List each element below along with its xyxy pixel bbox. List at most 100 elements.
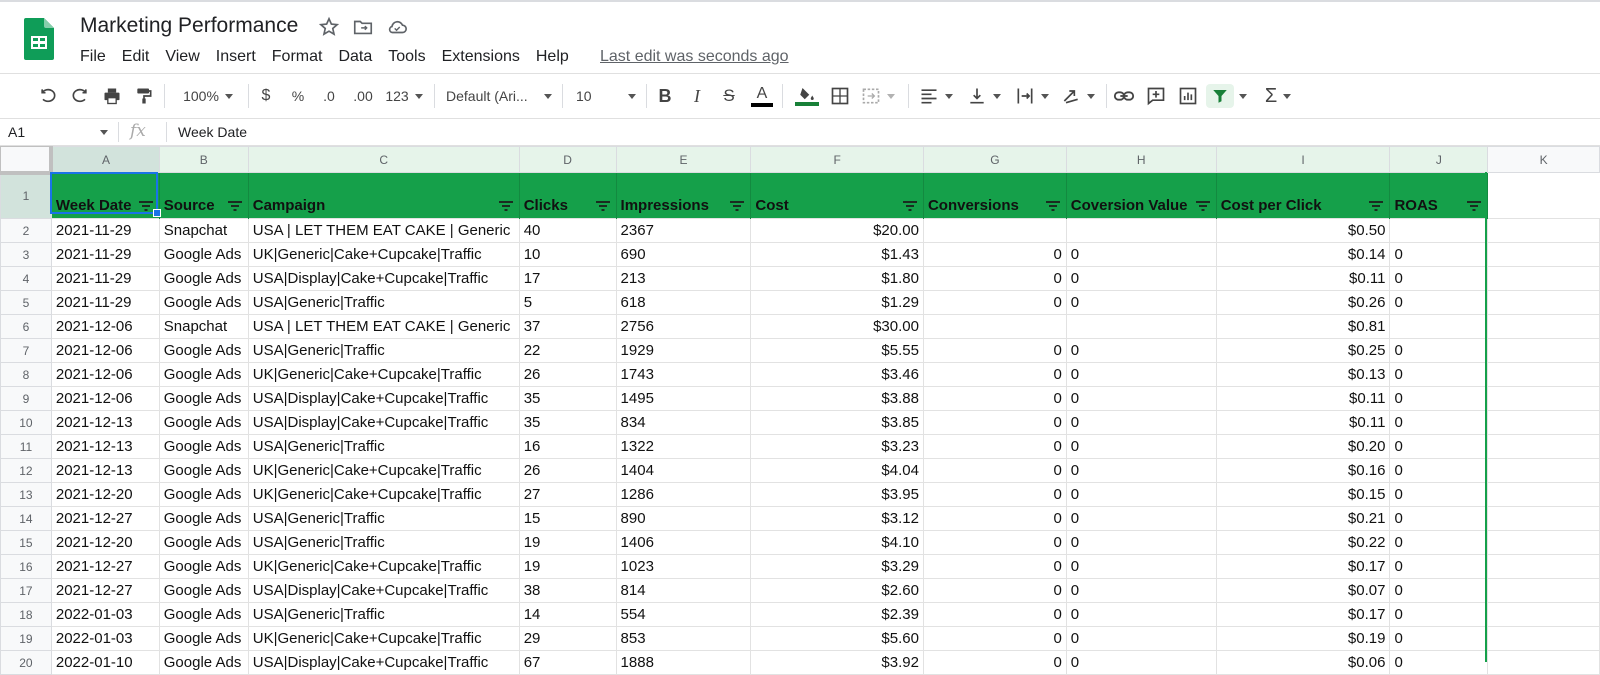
- cell-roas[interactable]: [1389, 218, 1489, 243]
- cell-roas[interactable]: 0: [1389, 338, 1489, 363]
- menu-view[interactable]: View: [165, 48, 199, 66]
- cell-cost-per-click[interactable]: $0.16: [1215, 458, 1391, 483]
- cell-campaign[interactable]: USA|Display|Cake+Cupcake|Traffic: [247, 386, 520, 411]
- menu-extensions[interactable]: Extensions: [442, 48, 520, 66]
- empty-cell[interactable]: [1487, 530, 1600, 555]
- cell-week-date[interactable]: 2021-12-06: [50, 386, 160, 411]
- empty-cell[interactable]: [1487, 506, 1600, 531]
- cell-clicks[interactable]: 17: [518, 266, 617, 291]
- header-cell-cost[interactable]: Cost: [750, 172, 924, 219]
- cell-roas[interactable]: 0: [1389, 362, 1489, 387]
- fill-handle[interactable]: [153, 209, 161, 217]
- cell-source[interactable]: Google Ads: [158, 578, 249, 603]
- cell-cost-per-click[interactable]: $0.15: [1215, 482, 1391, 507]
- cell-source[interactable]: Snapchat: [158, 218, 249, 243]
- cell-cost[interactable]: $1.80: [750, 266, 924, 291]
- menu-insert[interactable]: Insert: [216, 48, 256, 66]
- row-header[interactable]: 16: [0, 554, 52, 579]
- cell-cost-per-click[interactable]: $0.17: [1215, 554, 1391, 579]
- cell-campaign[interactable]: USA | LET THEM EAT CAKE | Generic: [247, 314, 520, 339]
- row-header[interactable]: 1: [0, 172, 52, 219]
- cell-cost-per-click[interactable]: $0.11: [1215, 266, 1391, 291]
- cell-conversions[interactable]: 0: [922, 242, 1067, 267]
- cell-week-date[interactable]: 2021-12-27: [50, 554, 160, 579]
- functions-icon[interactable]: Σ: [1260, 84, 1296, 108]
- cell-conversion-value[interactable]: 0: [1065, 266, 1217, 291]
- cell-campaign[interactable]: USA|Display|Cake+Cupcake|Traffic: [247, 410, 520, 435]
- cell-campaign[interactable]: UK|Generic|Cake+Cupcake|Traffic: [247, 626, 520, 651]
- cell-source[interactable]: Google Ads: [158, 530, 249, 555]
- cell-clicks[interactable]: 5: [518, 290, 617, 315]
- cell-week-date[interactable]: 2021-11-29: [50, 242, 160, 267]
- cell-conversion-value[interactable]: 0: [1065, 338, 1217, 363]
- menu-edit[interactable]: Edit: [122, 48, 150, 66]
- strikethrough-icon[interactable]: S: [718, 84, 740, 108]
- cell-week-date[interactable]: 2022-01-03: [50, 602, 160, 627]
- cell-conversion-value[interactable]: 0: [1065, 242, 1217, 267]
- column-header-b[interactable]: B: [158, 146, 249, 173]
- cell-source[interactable]: Snapchat: [158, 314, 249, 339]
- cloud-saved-icon[interactable]: [386, 16, 408, 38]
- row-header[interactable]: 13: [0, 482, 52, 507]
- menu-format[interactable]: Format: [272, 48, 323, 66]
- empty-cell[interactable]: [1487, 482, 1600, 507]
- column-header-f[interactable]: F: [750, 146, 924, 173]
- cell-clicks[interactable]: 67: [518, 650, 617, 675]
- cell-clicks[interactable]: 35: [518, 410, 617, 435]
- cell-impressions[interactable]: 853: [615, 626, 752, 651]
- row-header[interactable]: 17: [0, 578, 52, 603]
- cell-conversion-value[interactable]: 0: [1065, 458, 1217, 483]
- cell-week-date[interactable]: 2021-12-20: [50, 482, 160, 507]
- cell-roas[interactable]: 0: [1389, 290, 1489, 315]
- header-cell-impressions[interactable]: Impressions: [616, 172, 752, 219]
- filter-icon[interactable]: [730, 201, 745, 211]
- insert-link-icon[interactable]: [1112, 84, 1136, 108]
- document-title[interactable]: Marketing Performance: [80, 14, 298, 38]
- merge-cells-icon[interactable]: [860, 84, 896, 108]
- cell-cost-per-click[interactable]: $0.22: [1215, 530, 1391, 555]
- cell-campaign[interactable]: USA|Display|Cake+Cupcake|Traffic: [247, 650, 520, 675]
- fill-color-icon[interactable]: [794, 84, 820, 108]
- cell-conversion-value[interactable]: 0: [1065, 482, 1217, 507]
- column-header-g[interactable]: G: [922, 146, 1067, 173]
- row-header[interactable]: 20: [0, 650, 52, 675]
- empty-cell[interactable]: [1487, 172, 1600, 219]
- cell-impressions[interactable]: 618: [615, 290, 752, 315]
- cell-cost-per-click[interactable]: $0.11: [1215, 410, 1391, 435]
- cell-roas[interactable]: 0: [1389, 578, 1489, 603]
- cell-cost-per-click[interactable]: $0.26: [1215, 290, 1391, 315]
- more-formats-select[interactable]: 123: [384, 84, 424, 108]
- cell-conversion-value[interactable]: 0: [1065, 578, 1217, 603]
- header-cell-clicks[interactable]: Clicks: [519, 172, 617, 219]
- empty-cell[interactable]: [1487, 626, 1600, 651]
- cell-conversion-value[interactable]: 0: [1065, 434, 1217, 459]
- cell-conversion-value[interactable]: 0: [1065, 530, 1217, 555]
- row-header[interactable]: 8: [0, 362, 52, 387]
- column-header-d[interactable]: D: [518, 146, 617, 173]
- cell-week-date[interactable]: 2021-12-06: [50, 362, 160, 387]
- row-header[interactable]: 18: [0, 602, 52, 627]
- cell-impressions[interactable]: 814: [615, 578, 752, 603]
- row-header[interactable]: 2: [0, 218, 52, 243]
- row-header[interactable]: 7: [0, 338, 52, 363]
- cell-impressions[interactable]: 554: [615, 602, 752, 627]
- cell-source[interactable]: Google Ads: [158, 242, 249, 267]
- undo-icon[interactable]: [36, 84, 60, 108]
- cell-cost[interactable]: $2.60: [750, 578, 924, 603]
- filter-icon[interactable]: [1467, 201, 1482, 211]
- cell-source[interactable]: Google Ads: [158, 650, 249, 675]
- cell-roas[interactable]: 0: [1389, 626, 1489, 651]
- column-header-i[interactable]: I: [1215, 146, 1391, 173]
- cell-clicks[interactable]: 26: [518, 362, 617, 387]
- cell-roas[interactable]: 0: [1389, 266, 1489, 291]
- cell-impressions[interactable]: 690: [615, 242, 752, 267]
- cell-conversions[interactable]: 0: [922, 362, 1067, 387]
- empty-cell[interactable]: [1487, 434, 1600, 459]
- empty-cell[interactable]: [1487, 218, 1600, 243]
- cell-conversions[interactable]: 0: [922, 530, 1067, 555]
- cell-source[interactable]: Google Ads: [158, 602, 249, 627]
- cell-cost-per-click[interactable]: $0.81: [1215, 314, 1391, 339]
- cell-roas[interactable]: 0: [1389, 602, 1489, 627]
- row-header[interactable]: 3: [0, 242, 52, 267]
- row-header[interactable]: 4: [0, 266, 52, 291]
